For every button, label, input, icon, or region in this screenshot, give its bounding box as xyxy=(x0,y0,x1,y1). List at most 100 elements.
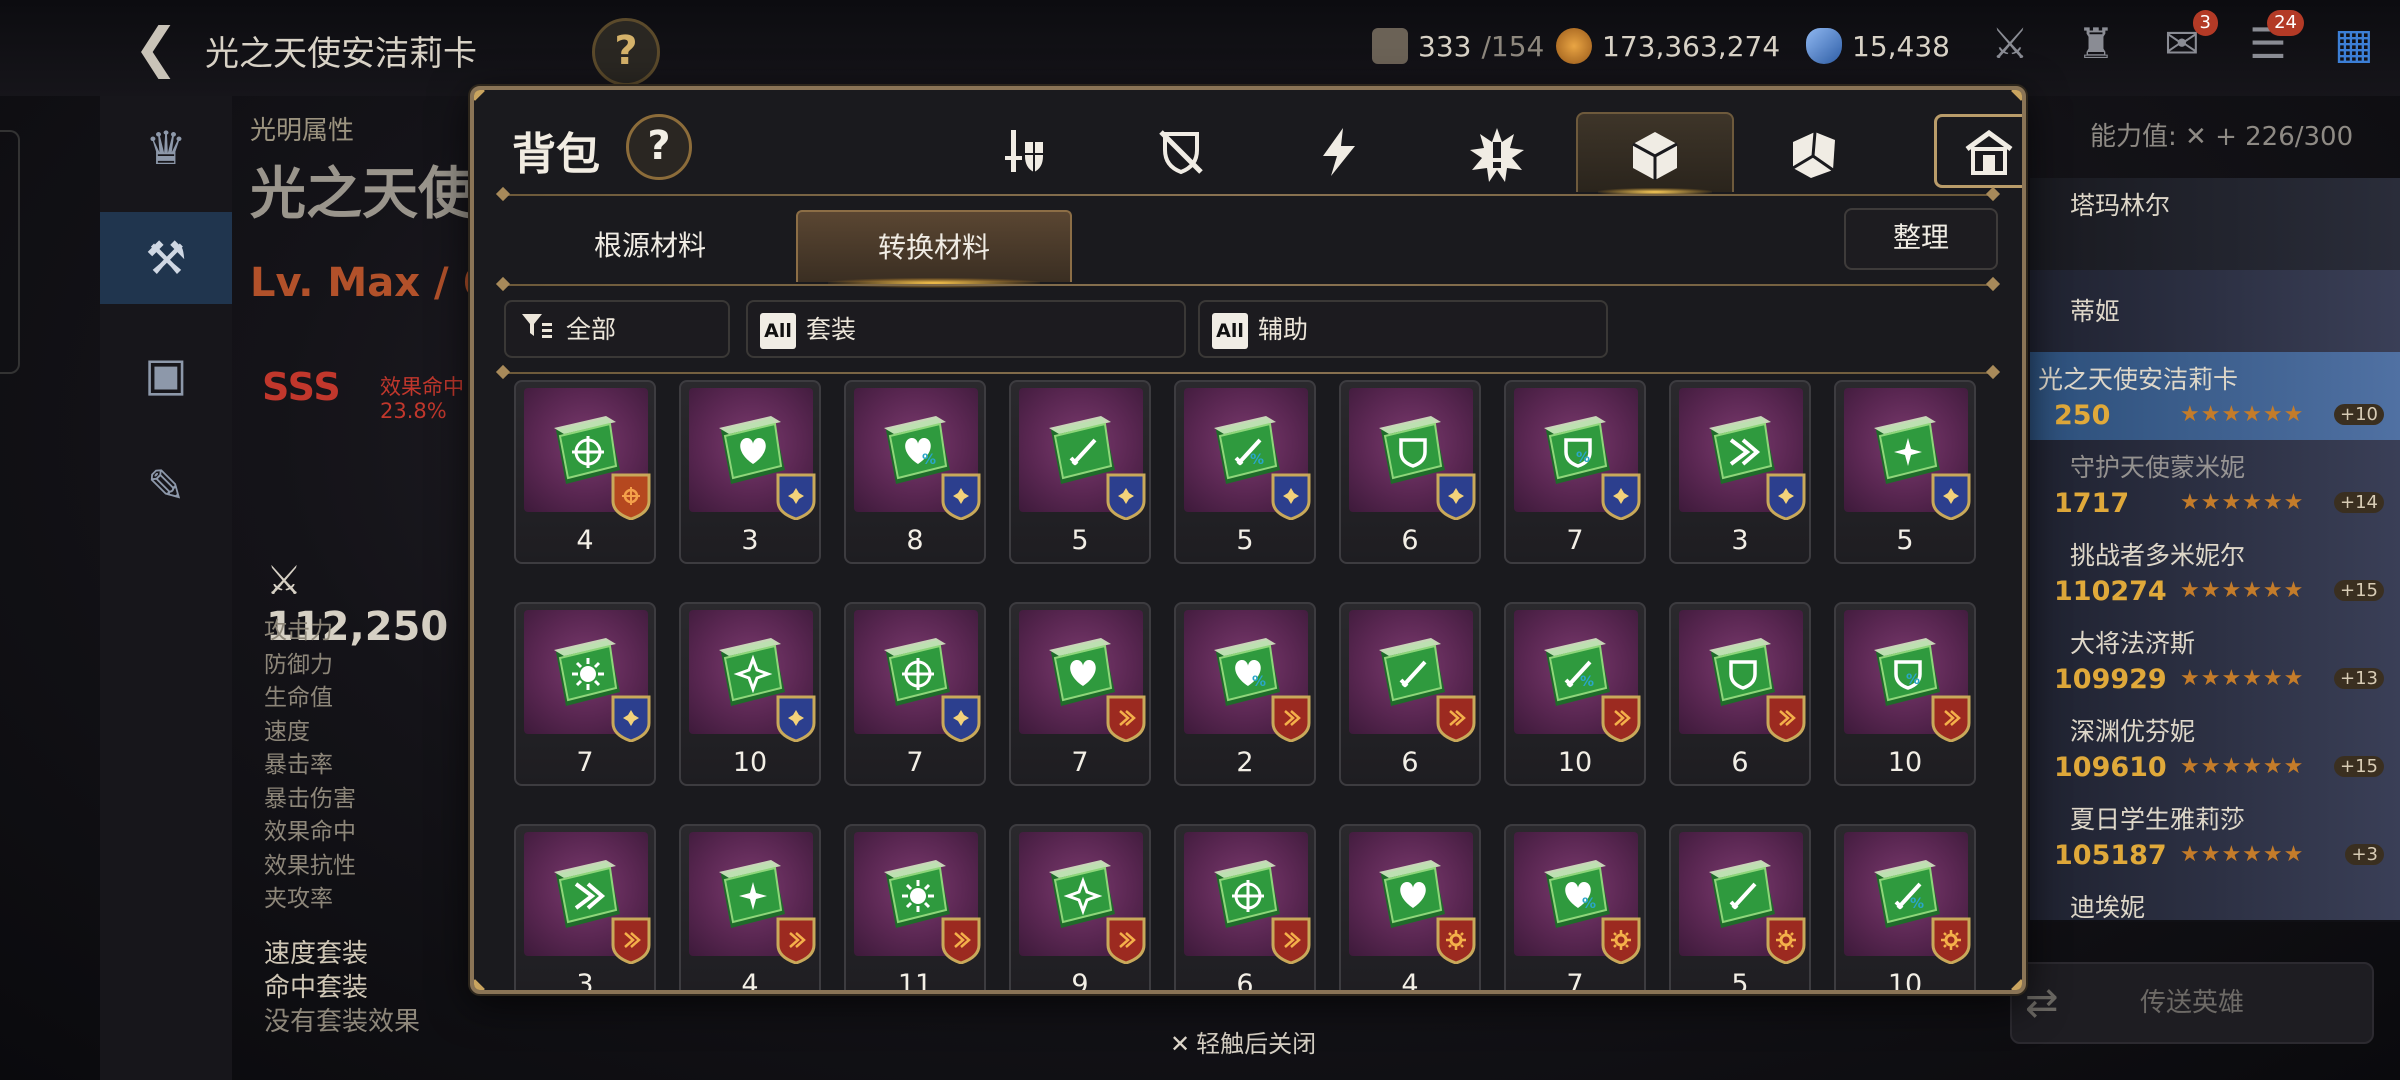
material-slot[interactable]: 6 xyxy=(1174,824,1316,990)
material-count: 5 xyxy=(1236,525,1254,556)
menu-grid-icon[interactable]: ▦ xyxy=(2326,16,2382,72)
back-arrow-icon[interactable]: ❮ xyxy=(128,20,184,76)
set-red-icon xyxy=(776,917,816,964)
set-red-icon xyxy=(1271,695,1311,742)
hero-list-row[interactable]: 深渊优芬妮 109610 ★★★★★★ +15 xyxy=(2030,704,2400,794)
hero-list-row[interactable]: 蒂姬 xyxy=(2030,270,2400,354)
material-art xyxy=(1019,388,1146,520)
hero-list-row[interactable]: 迪埃妮 xyxy=(2030,880,2400,922)
stamina-counter[interactable]: 333/154 xyxy=(1372,28,1544,64)
material-slot[interactable]: 7 xyxy=(1009,602,1151,786)
hero-list-row[interactable]: 夏日学生雅莉莎 105187 ★★★★★★ +3 xyxy=(2030,792,2400,882)
send-hero-button[interactable]: 传送英雄 xyxy=(2010,962,2374,1044)
help-button[interactable]: ? xyxy=(592,18,660,86)
material-count: 10 xyxy=(732,747,768,778)
hero-list-row[interactable]: 挑战者多米妮尔 110274 ★★★★★★ +15 xyxy=(2030,528,2400,618)
set-red-icon xyxy=(941,917,981,964)
material-slot[interactable]: 4 xyxy=(514,380,656,564)
filter-all[interactable]: 全部 xyxy=(504,300,730,358)
swap-arrows-icon: ⇄ xyxy=(2025,980,2059,1026)
material-art xyxy=(1019,610,1146,742)
side-handle[interactable] xyxy=(0,130,20,374)
chat-icon[interactable]: ☰ 24 xyxy=(2240,10,2304,72)
material-slot[interactable]: 5 xyxy=(1669,824,1811,990)
material-slot[interactable]: 11 xyxy=(844,824,986,990)
hero-list-row[interactable]: 塔玛林尔 xyxy=(2030,178,2400,272)
filter-set-label: 套装 xyxy=(806,315,857,344)
material-slot[interactable]: % 7 xyxy=(1504,380,1646,564)
material-slot[interactable]: 5 xyxy=(1009,380,1151,564)
hero-list-row-selected[interactable]: 光之天使安洁莉卡 250 ★★★★★★ +10 xyxy=(2030,352,2400,442)
set-red-icon xyxy=(1436,695,1476,742)
stat-label: 夹攻率 xyxy=(264,886,333,912)
set-red-icon xyxy=(1931,695,1971,742)
material-slot[interactable]: 9 xyxy=(1009,824,1151,990)
hero-list-row[interactable]: 守护天使蒙米妮 1717 ★★★★★★ +14 xyxy=(2030,440,2400,530)
rail-scroll-icon[interactable]: ✎ xyxy=(100,440,232,532)
sort-button[interactable]: 整理 xyxy=(1844,208,1998,270)
subtab-conversion-materials[interactable]: 转换材料 xyxy=(796,210,1072,288)
power-label: 能力值: ✕ + 226/300 xyxy=(2090,122,2354,152)
burst-icon xyxy=(1470,128,1524,182)
tap-to-close[interactable]: ✕ 轻触后关闭 xyxy=(1170,1024,1316,1059)
material-slot[interactable]: % 5 xyxy=(1174,380,1316,564)
guild-icon[interactable]: ♜ xyxy=(2068,16,2124,72)
set-blue-icon xyxy=(1601,473,1641,520)
gold-counter[interactable]: 173,363,274 xyxy=(1556,28,1780,64)
tab-items[interactable] xyxy=(1734,112,1892,192)
material-slot[interactable]: 10 xyxy=(679,602,821,786)
material-slot[interactable]: % 7 xyxy=(1504,824,1646,990)
material-slot[interactable]: 7 xyxy=(514,602,656,786)
material-count: 10 xyxy=(1557,747,1593,778)
material-slot[interactable]: 4 xyxy=(1339,824,1481,990)
stamina-value: 333 xyxy=(1418,29,1472,63)
material-slot[interactable]: % 2 xyxy=(1174,602,1316,786)
material-slot[interactable]: 6 xyxy=(1339,602,1481,786)
tab-equipment[interactable] xyxy=(944,112,1102,192)
material-slot[interactable]: 6 xyxy=(1669,602,1811,786)
hero-row-name: 挑战者多米妮尔 xyxy=(2070,541,2246,570)
svg-text:%: % xyxy=(922,452,936,468)
set-red-icon xyxy=(1766,695,1806,742)
category-tabs xyxy=(944,112,2022,196)
material-art: % xyxy=(854,388,981,520)
material-count: 7 xyxy=(906,747,924,778)
set-red-icon xyxy=(1106,695,1146,742)
material-slot[interactable]: 3 xyxy=(1669,380,1811,564)
material-slot[interactable]: % 10 xyxy=(1504,602,1646,786)
crystal-counter[interactable]: 15,438 xyxy=(1806,28,1950,64)
tab-skill[interactable] xyxy=(1260,112,1418,192)
rail-equipment-icon[interactable]: ⚒ xyxy=(100,212,232,304)
hero-list-row[interactable]: 大将法济斯 109929 ★★★★★★ +13 xyxy=(2030,616,2400,706)
material-slot[interactable]: 6 xyxy=(1339,380,1481,564)
tab-materials[interactable] xyxy=(1576,112,1734,196)
material-slot[interactable]: % 8 xyxy=(844,380,986,564)
rail-profile-icon[interactable]: ▣ xyxy=(100,328,232,420)
bag-help-button[interactable]: ? xyxy=(626,114,692,180)
hero-row-cp: 110274 xyxy=(2054,576,2167,607)
mail-icon[interactable]: ✉ 3 xyxy=(2154,10,2218,72)
subtab-source-materials[interactable]: 根源材料 xyxy=(512,210,788,282)
material-slot[interactable]: 5 xyxy=(1834,380,1976,564)
set-effects: 速度套装 命中套装 没有套装效果 xyxy=(264,937,420,1039)
material-slot[interactable]: 4 xyxy=(679,824,821,990)
battle-icon[interactable]: ⚔ xyxy=(1982,16,2038,72)
set-gear-icon xyxy=(1601,917,1641,964)
material-slot[interactable]: % 10 xyxy=(1834,824,1976,990)
crystal-icon xyxy=(1806,28,1842,64)
star-rating: ★★★★★★ xyxy=(2180,842,2305,867)
hero-row-plus: +14 xyxy=(2334,492,2384,513)
rail-crown-icon[interactable]: ♛ xyxy=(100,102,232,194)
filter-set[interactable]: All 套装 xyxy=(746,300,1186,358)
set-speed: 速度套装 xyxy=(264,939,369,969)
close-x-icon: ✕ xyxy=(1170,1030,1191,1058)
material-slot[interactable]: 3 xyxy=(514,824,656,990)
material-slot[interactable]: 7 xyxy=(844,602,986,786)
tab-unequipped[interactable] xyxy=(1102,112,1260,192)
svg-text:%: % xyxy=(1580,674,1594,690)
material-slot[interactable]: 3 xyxy=(679,380,821,564)
tab-storage[interactable] xyxy=(1934,114,2022,188)
tab-special[interactable] xyxy=(1418,112,1576,192)
material-slot[interactable]: % 10 xyxy=(1834,602,1976,786)
filter-support[interactable]: All 辅助 xyxy=(1198,300,1608,358)
